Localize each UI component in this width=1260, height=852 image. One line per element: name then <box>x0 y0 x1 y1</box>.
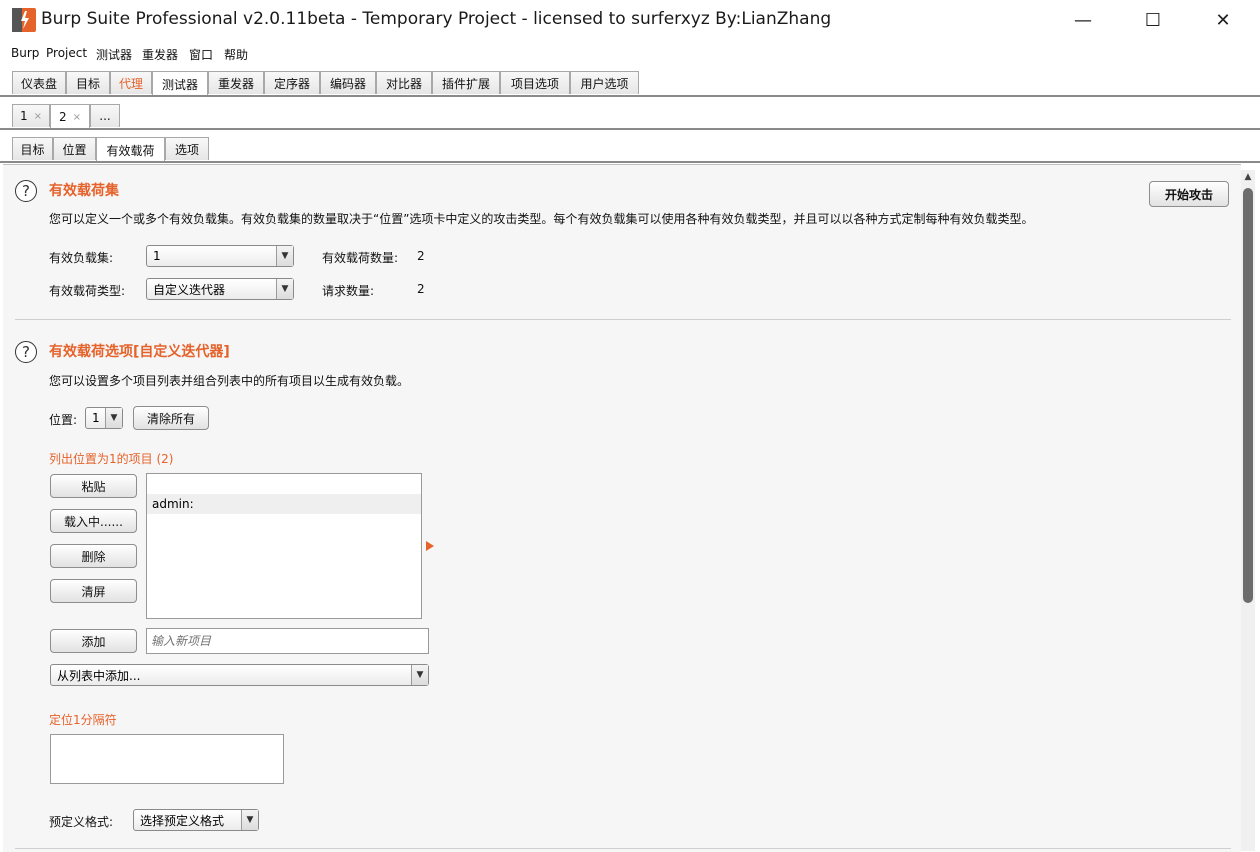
remove-button[interactable]: 删除 <box>50 544 137 568</box>
list-item[interactable] <box>147 474 421 494</box>
close-button[interactable]: ✕ <box>1188 0 1258 40</box>
chevron-down-icon: ▼ <box>241 810 258 830</box>
chevron-down-icon: ▼ <box>411 665 428 685</box>
window-title: Burp Suite Professional v2.0.11beta - Te… <box>41 9 832 29</box>
tab-project-options[interactable]: 项目选项 <box>500 71 570 94</box>
tab-user-options[interactable]: 用户选项 <box>570 71 639 94</box>
payload-count-label: 有效载荷数量: <box>322 251 399 265</box>
menu-window[interactable]: 窗口 <box>189 46 213 63</box>
tab-sequencer[interactable]: 定序器 <box>264 71 320 94</box>
tab-target[interactable]: 目标 <box>66 71 110 94</box>
menu-repeater[interactable]: 重发器 <box>142 46 178 63</box>
separator-label: 定位1分隔符 <box>49 713 117 727</box>
new-item-input[interactable] <box>146 628 429 654</box>
subtab-payloads[interactable]: 有效载荷 <box>96 137 165 162</box>
section-divider <box>15 848 1231 849</box>
chevron-down-icon: ▼ <box>276 279 293 299</box>
orange-triangle-icon <box>426 541 434 551</box>
position-label: 位置: <box>49 413 78 427</box>
separator-textarea[interactable] <box>50 734 284 784</box>
tab-intruder[interactable]: 测试器 <box>152 71 208 96</box>
attack-tab-2[interactable]: 2 × <box>50 104 90 129</box>
clear-button[interactable]: 清屏 <box>50 579 137 603</box>
payload-count-value: 2 <box>417 249 425 263</box>
menu-help[interactable]: 帮助 <box>224 46 248 63</box>
payload-sets-description: 您可以定义一个或多个有效负载集。有效负载集的数量取决于“位置”选项卡中定义的攻击… <box>49 212 1034 226</box>
payload-list[interactable]: admin: <box>146 473 422 619</box>
payload-type-label: 有效载荷类型: <box>49 284 126 298</box>
scroll-up-icon[interactable]: ▲ <box>1243 172 1253 184</box>
request-count-value: 2 <box>417 282 425 296</box>
payload-set-value: 1 <box>153 249 161 263</box>
menu-project[interactable]: Project <box>46 46 87 60</box>
payload-set-label: 有效负载集: <box>49 251 114 265</box>
position-select[interactable]: 1 ▼ <box>85 407 123 429</box>
tab-comparer[interactable]: 对比器 <box>376 71 432 94</box>
help-icon[interactable]: ? <box>15 180 37 202</box>
help-icon[interactable]: ? <box>15 341 37 363</box>
close-tab-icon[interactable]: × <box>34 111 42 122</box>
list-item[interactable]: admin: <box>147 494 421 514</box>
start-attack-button[interactable]: 开始攻击 <box>1149 181 1229 207</box>
payload-sets-title: 有效载荷集 <box>49 183 119 199</box>
attack-tab-1[interactable]: 1 × <box>12 104 50 127</box>
tab-divider <box>0 128 1260 130</box>
payload-options-description: 您可以设置多个项目列表并组合列表中的所有项目以生成有效负载。 <box>49 374 410 388</box>
burp-logo-icon <box>12 8 36 32</box>
subtab-positions[interactable]: 位置 <box>53 137 96 160</box>
paste-button[interactable]: 粘贴 <box>50 474 137 498</box>
clear-all-button[interactable]: 清除所有 <box>133 406 209 430</box>
predefined-format-select[interactable]: 选择预定义格式 ▼ <box>133 809 259 831</box>
menu-bar: Burp Project 测试器 重发器 窗口 帮助 <box>0 42 1260 66</box>
minimize-button[interactable]: — <box>1048 0 1118 40</box>
tab-divider <box>0 161 1260 163</box>
tab-repeater[interactable]: 重发器 <box>208 71 264 94</box>
list-items-label: 列出位置为1的项目 (2) <box>49 452 174 466</box>
attack-tab-label: 2 <box>58 110 67 124</box>
load-button[interactable]: 载入中...... <box>50 509 137 533</box>
subtab-options[interactable]: 选项 <box>165 137 209 160</box>
tab-dashboard[interactable]: 仪表盘 <box>12 71 66 94</box>
tab-extender[interactable]: 插件扩展 <box>432 71 500 94</box>
payload-set-select[interactable]: 1 ▼ <box>146 245 294 267</box>
close-tab-icon[interactable]: × <box>73 112 81 123</box>
chevron-down-icon: ▼ <box>276 246 293 266</box>
payload-type-select[interactable]: 自定义迭代器 ▼ <box>146 278 294 300</box>
predefined-format-value: 选择预定义格式 <box>140 813 225 828</box>
menu-burp[interactable]: Burp <box>11 46 39 60</box>
scrollbar-thumb[interactable] <box>1243 188 1253 603</box>
subtab-target[interactable]: 目标 <box>12 137 53 160</box>
maximize-button[interactable]: ☐ <box>1118 0 1188 40</box>
payload-options-title: 有效载荷选项[自定义迭代器] <box>49 344 230 360</box>
attack-tab-label: 1 <box>19 109 28 123</box>
payload-type-value: 自定义迭代器 <box>153 282 226 297</box>
tab-proxy[interactable]: 代理 <box>110 71 152 94</box>
tab-divider <box>0 95 1260 97</box>
chevron-down-icon: ▼ <box>105 408 122 428</box>
title-bar: Burp Suite Professional v2.0.11beta - Te… <box>0 0 1260 40</box>
position-value: 1 <box>92 411 100 425</box>
request-count-label: 请求数量: <box>322 284 375 298</box>
add-button[interactable]: 添加 <box>50 629 137 653</box>
add-from-list-select[interactable]: 从列表中添加... ▼ <box>50 664 429 686</box>
add-from-list-value: 从列表中添加... <box>57 668 141 683</box>
section-divider <box>15 319 1231 320</box>
tab-decoder[interactable]: 编码器 <box>320 71 376 94</box>
predefined-format-label: 预定义格式: <box>49 815 114 829</box>
attack-tab-new[interactable]: ... <box>90 104 120 127</box>
menu-intruder[interactable]: 测试器 <box>96 46 132 63</box>
